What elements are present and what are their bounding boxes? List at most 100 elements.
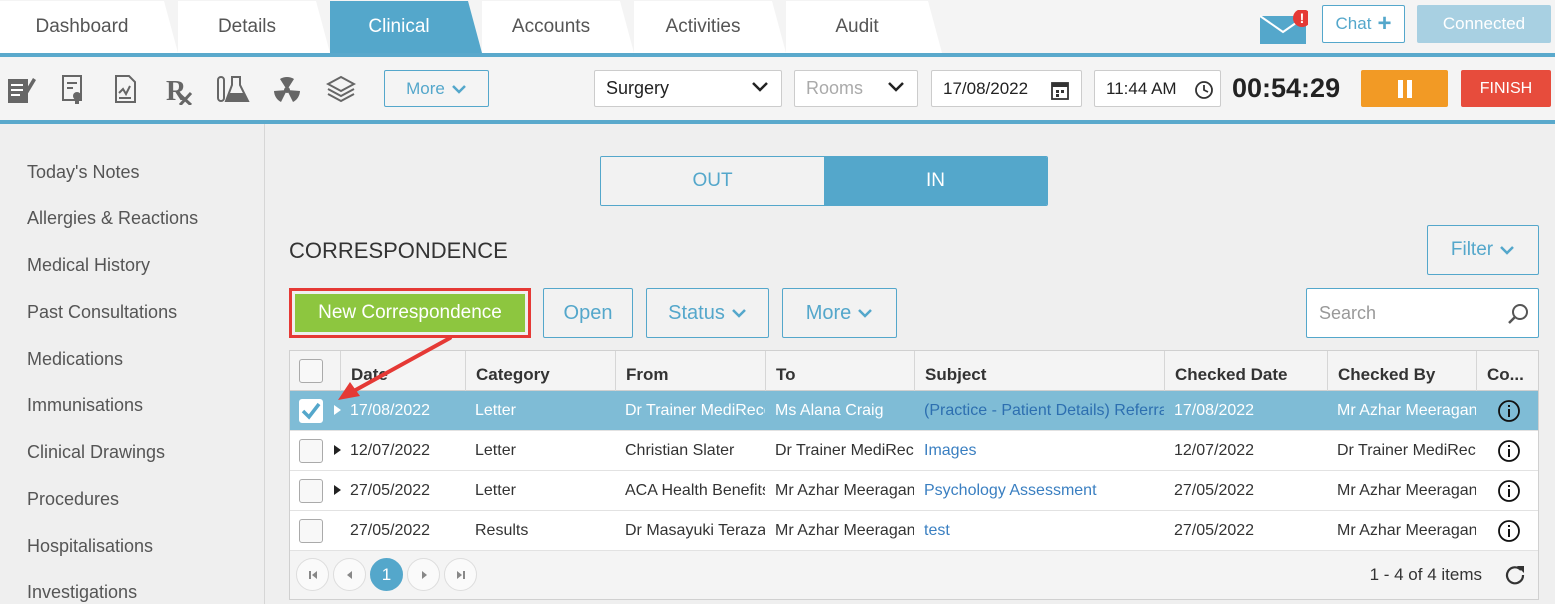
row-checkbox[interactable] xyxy=(299,399,323,423)
more-actions-button[interactable]: More xyxy=(782,288,897,338)
tab-clinical[interactable]: Clinical xyxy=(330,1,482,53)
sidebar-item-todays-notes[interactable]: Today's Notes xyxy=(27,162,140,183)
filter-label: Filter xyxy=(1450,239,1494,260)
notes-icon[interactable] xyxy=(6,73,36,105)
filter-button[interactable]: Filter xyxy=(1427,225,1539,275)
info-icon[interactable] xyxy=(1497,399,1521,423)
layers-icon[interactable] xyxy=(326,73,356,105)
row-checkbox[interactable] xyxy=(299,519,323,543)
info-icon[interactable] xyxy=(1497,479,1521,503)
sidebar-item-procedures[interactable]: Procedures xyxy=(27,489,119,510)
info-icon[interactable] xyxy=(1497,519,1521,543)
tab-activities[interactable]: Activities xyxy=(634,1,786,53)
status-label: Status xyxy=(668,301,725,324)
column-header-date[interactable]: Date xyxy=(340,351,465,391)
report-icon[interactable] xyxy=(110,73,140,105)
cell-date: 27/05/2022 xyxy=(350,522,431,539)
search-icon[interactable] xyxy=(1506,302,1530,326)
row-checkbox[interactable] xyxy=(299,479,323,503)
tab-audit[interactable]: Audit xyxy=(786,1,942,53)
cell-from: Dr Masayuki Terazawa xyxy=(625,522,765,539)
tab-dashboard[interactable]: Dashboard xyxy=(0,1,178,53)
refresh-icon[interactable] xyxy=(1504,563,1526,585)
cell-checked-date: 27/05/2022 xyxy=(1174,522,1255,539)
next-page-button[interactable] xyxy=(407,558,440,591)
sidebar-item-medical-history[interactable]: Medical History xyxy=(27,255,150,276)
prev-page-button[interactable] xyxy=(333,558,366,591)
column-header-checked-by[interactable]: Checked By xyxy=(1327,351,1476,391)
clock-icon[interactable] xyxy=(1194,80,1214,100)
sidebar-item-investigations[interactable]: Investigations xyxy=(27,582,137,603)
status-button[interactable]: Status xyxy=(646,288,769,338)
table-row[interactable]: 27/05/2022 Letter ACA Health Benefits Mr… xyxy=(290,471,1538,511)
cell-subject-link[interactable]: (Practice - Patient Details) Referral xyxy=(914,391,1164,431)
next-page-icon xyxy=(421,570,427,579)
table-header: Date Category From To Subject Checked Da… xyxy=(290,351,1538,391)
cell-checked-date: 12/07/2022 xyxy=(1174,442,1255,459)
sidebar-item-clinical-drawings[interactable]: Clinical Drawings xyxy=(27,442,165,463)
mail-icon[interactable]: ! xyxy=(1260,10,1308,44)
direction-toggle: OUT IN xyxy=(600,156,1048,206)
table-row[interactable]: 27/05/2022 Results Dr Masayuki Terazawa … xyxy=(290,511,1538,551)
location-select[interactable]: Surgery xyxy=(594,70,782,107)
table-row[interactable]: 12/07/2022 Letter Christian Slater Dr Tr… xyxy=(290,431,1538,471)
column-header-subject[interactable]: Subject xyxy=(914,351,1164,391)
toolbar-more-label: More xyxy=(406,78,445,98)
new-correspondence-highlight: New Correspondence xyxy=(289,288,531,338)
cell-category: Letter xyxy=(475,482,516,499)
time-value: 11:44 AM xyxy=(1106,78,1177,98)
tab-details[interactable]: Details xyxy=(178,1,330,53)
column-header-checked-date[interactable]: Checked Date xyxy=(1164,351,1327,391)
date-value: 17/08/2022 xyxy=(943,78,1029,98)
connected-status[interactable]: Connected xyxy=(1417,5,1551,43)
sidebar-item-past-consultations[interactable]: Past Consultations xyxy=(27,302,177,323)
finish-button[interactable]: FINISH xyxy=(1461,70,1551,107)
chevron-down-icon xyxy=(858,309,873,318)
column-header-category[interactable]: Category xyxy=(465,351,615,391)
sidebar-item-medications[interactable]: Medications xyxy=(27,349,123,370)
open-button[interactable]: Open xyxy=(543,288,633,338)
cell-subject-link[interactable]: Images xyxy=(914,431,1164,471)
chevron-down-icon xyxy=(1500,246,1514,255)
search-input[interactable]: Search xyxy=(1306,288,1539,338)
cell-subject-link[interactable]: Psychology Assessment xyxy=(914,471,1164,511)
cell-to: Ms Alana Craig xyxy=(775,402,884,419)
pause-button[interactable] xyxy=(1361,70,1448,107)
toggle-out[interactable]: OUT xyxy=(601,157,824,205)
tab-accounts[interactable]: Accounts xyxy=(482,1,634,53)
column-header-to[interactable]: To xyxy=(765,351,914,391)
chat-button[interactable]: Chat + xyxy=(1322,5,1405,43)
sidebar-item-hospitalisations[interactable]: Hospitalisations xyxy=(27,536,153,557)
new-correspondence-button[interactable]: New Correspondence xyxy=(295,294,525,332)
column-header-from[interactable]: From xyxy=(615,351,765,391)
prev-page-icon xyxy=(346,570,352,579)
page-number-button[interactable]: 1 xyxy=(370,558,403,591)
search-placeholder: Search xyxy=(1319,302,1377,323)
date-field[interactable]: 17/08/2022 xyxy=(931,70,1082,107)
select-all-checkbox[interactable] xyxy=(299,359,323,383)
certificate-icon[interactable] xyxy=(58,73,88,105)
cell-date: 27/05/2022 xyxy=(350,482,431,499)
chevron-down-icon xyxy=(731,309,746,318)
column-header-comments[interactable]: Co... xyxy=(1476,351,1538,391)
first-page-button[interactable] xyxy=(296,558,329,591)
calendar-icon[interactable] xyxy=(1051,80,1069,100)
cell-category: Letter xyxy=(475,442,516,459)
row-checkbox[interactable] xyxy=(299,439,323,463)
radiology-icon[interactable] xyxy=(272,73,302,105)
cell-from: ACA Health Benefits xyxy=(625,482,765,499)
time-field[interactable]: 11:44 AM xyxy=(1094,70,1221,107)
table-row[interactable]: 17/08/2022 Letter Dr Trainer MediRecords… xyxy=(290,391,1538,431)
prescription-icon[interactable]: R xyxy=(164,73,194,105)
chat-label: Chat xyxy=(1335,14,1372,33)
cell-subject-link[interactable]: test xyxy=(914,511,1164,551)
toggle-in[interactable]: IN xyxy=(824,157,1047,205)
info-icon[interactable] xyxy=(1497,439,1521,463)
cell-date: 17/08/2022 xyxy=(350,402,431,419)
sidebar-item-allergies[interactable]: Allergies & Reactions xyxy=(27,208,198,229)
toolbar-more-button[interactable]: More xyxy=(384,70,489,107)
last-page-button[interactable] xyxy=(444,558,477,591)
sidebar-item-immunisations[interactable]: Immunisations xyxy=(27,395,143,416)
rooms-select[interactable]: Rooms xyxy=(794,70,918,107)
pathology-icon[interactable] xyxy=(216,73,252,105)
